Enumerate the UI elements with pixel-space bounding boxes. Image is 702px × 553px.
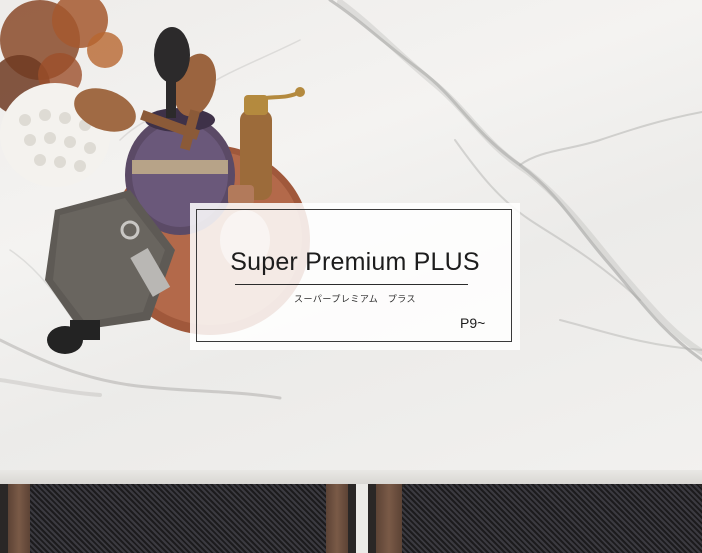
chair-frame-left <box>8 484 30 553</box>
cutting-board-handle-icon <box>47 320 100 354</box>
page-reference: P9~ <box>460 315 486 331</box>
product-photo: Super Premium PLUS スーパープレミアム プラス P9~ <box>0 0 702 553</box>
countertop-edge <box>0 470 702 484</box>
chair-gap <box>348 484 376 553</box>
chair-frame-left-right <box>326 484 348 553</box>
series-title: Super Premium PLUS <box>230 248 480 276</box>
chairs-row <box>0 484 702 553</box>
chair-frame-right <box>376 484 402 553</box>
series-card[interactable]: Super Premium PLUS スーパープレミアム プラス P9~ <box>190 203 520 350</box>
title-underline <box>235 284 468 285</box>
chair-left <box>30 484 330 553</box>
cork-icon <box>228 185 254 205</box>
series-subtitle-japanese: スーパープレミアム プラス <box>293 295 417 305</box>
chair-right <box>402 484 702 553</box>
